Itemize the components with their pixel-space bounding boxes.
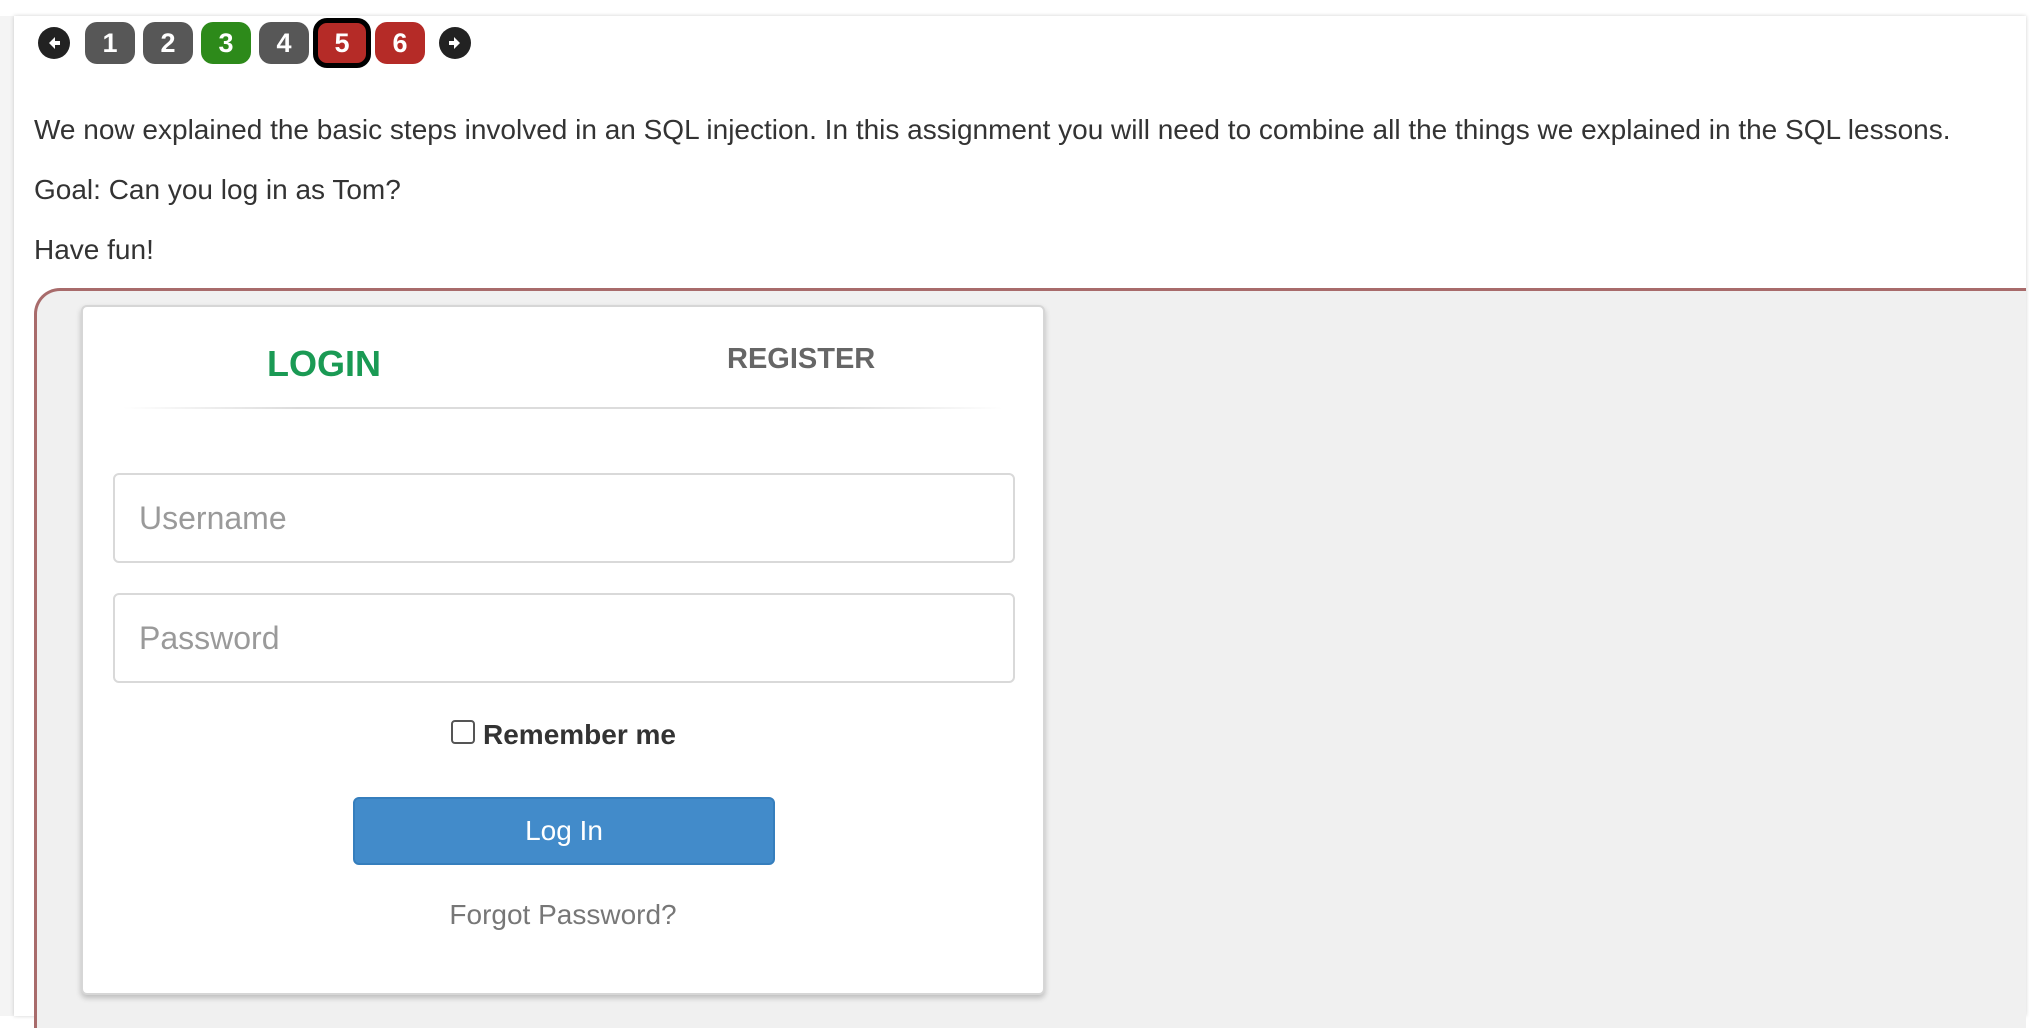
forgot-password-link[interactable]: Forgot Password? [83,899,1043,931]
page-button-2[interactable]: 2 [143,22,193,64]
tab-login[interactable]: LOGIN [267,343,381,385]
remember-me-label: Remember me [483,719,676,750]
username-input[interactable] [113,473,1015,563]
log-in-button[interactable]: Log In [353,797,775,865]
lesson-goal: Goal: Can you log in as Tom? [34,174,401,205]
lesson-content: We now explained the basic steps involve… [34,110,2014,290]
password-input[interactable] [113,593,1015,683]
attack-container: LOGIN REGISTER Remember me Log In Forgot… [34,288,2026,1028]
tab-register[interactable]: REGISTER [727,343,875,376]
lesson-pagination: 1 2 3 4 5 6 [38,18,471,68]
left-gutter [0,16,14,1016]
arrow-right-icon[interactable] [439,27,471,59]
page-button-1[interactable]: 1 [85,22,135,64]
remember-me-checkbox[interactable]: Remember me [451,717,676,753]
login-panel: LOGIN REGISTER Remember me Log In Forgot… [81,305,1045,995]
page-button-3[interactable]: 3 [201,22,251,64]
lesson-closing: Have fun! [34,234,154,265]
lesson-intro: We now explained the basic steps involve… [34,114,1951,145]
arrow-left-icon[interactable] [38,27,70,59]
page-button-4[interactable]: 4 [259,22,309,64]
checkbox-icon[interactable] [451,720,475,744]
page-button-6[interactable]: 6 [375,22,425,64]
tab-divider [123,407,1003,409]
page-button-5-current[interactable]: 5 [313,18,371,68]
